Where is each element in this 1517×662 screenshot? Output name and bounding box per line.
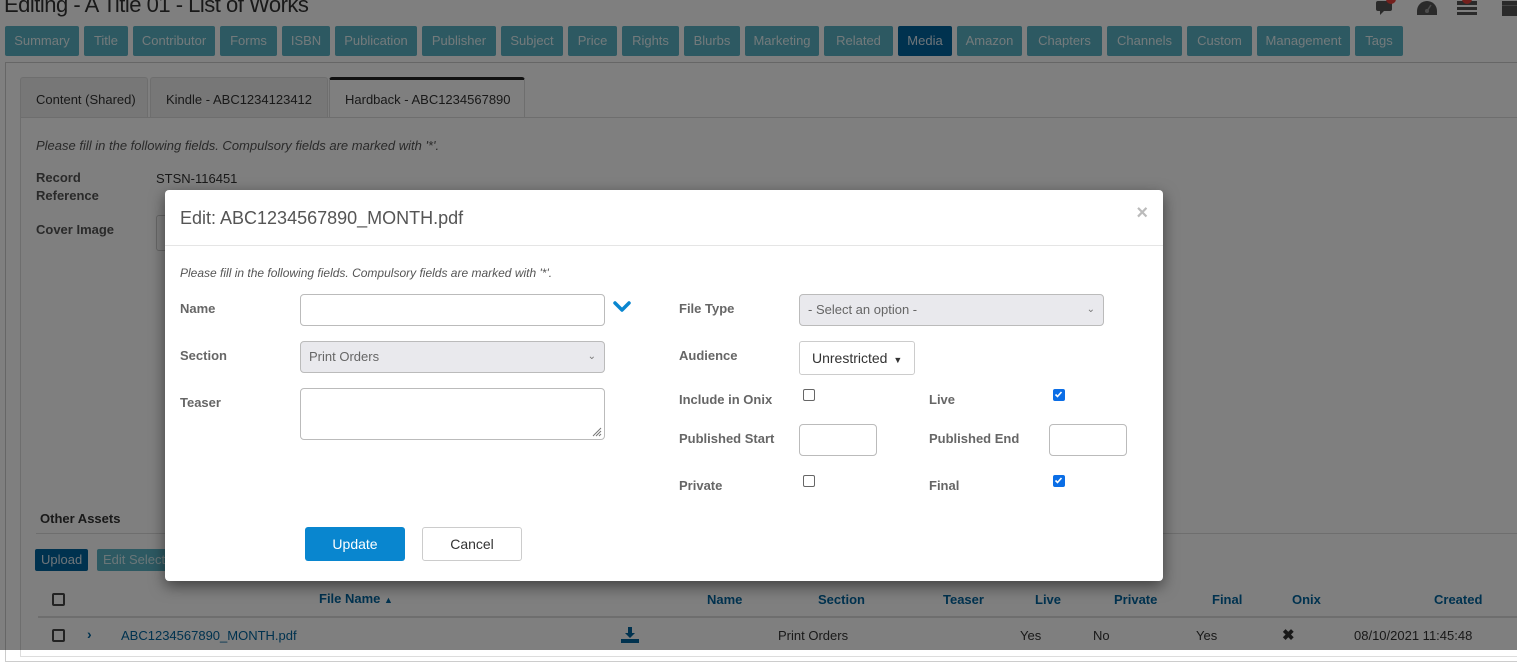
name-input[interactable] bbox=[300, 294, 605, 326]
chevron-down-icon[interactable] bbox=[613, 300, 631, 319]
file-type-label: File Type bbox=[679, 301, 735, 316]
modal-form-hint: Please fill in the following fields. Com… bbox=[180, 266, 553, 280]
final-label: Final bbox=[929, 478, 960, 493]
modal-title: Edit: ABC1234567890_MONTH.pdf bbox=[180, 208, 464, 228]
modal-header: Edit: ABC1234567890_MONTH.pdf × bbox=[165, 190, 1163, 246]
published-end-input[interactable] bbox=[1049, 424, 1127, 456]
published-start-label: Published Start bbox=[679, 431, 775, 446]
caret-down-icon: ▼ bbox=[893, 355, 903, 365]
teaser-label: Teaser bbox=[180, 395, 221, 410]
live-checkbox[interactable] bbox=[1053, 389, 1065, 401]
name-label: Name bbox=[180, 301, 216, 316]
private-checkbox[interactable] bbox=[803, 475, 815, 487]
checkmark-icon bbox=[1054, 391, 1063, 398]
checkmark-icon bbox=[1054, 477, 1063, 484]
audience-dropdown[interactable]: Unrestricted ▼ bbox=[799, 341, 916, 375]
final-checkbox[interactable] bbox=[1053, 475, 1065, 487]
edit-asset-modal: Edit: ABC1234567890_MONTH.pdf × Please f… bbox=[165, 190, 1163, 581]
section-select[interactable]: Print Orders ⌄ bbox=[300, 341, 605, 373]
cancel-button[interactable]: Cancel bbox=[422, 527, 522, 561]
update-button[interactable]: Update bbox=[305, 527, 405, 561]
chevron-down-icon: ⌄ bbox=[1086, 304, 1095, 315]
chevron-down-icon: ⌄ bbox=[587, 351, 596, 362]
section-label: Section bbox=[180, 348, 227, 363]
close-icon[interactable]: × bbox=[1136, 203, 1148, 223]
published-start-input[interactable] bbox=[799, 424, 877, 456]
file-type-select[interactable]: - Select an option - ⌄ bbox=[799, 294, 1104, 326]
include-in-onix-checkbox[interactable] bbox=[803, 389, 815, 401]
audience-label: Audience bbox=[679, 348, 738, 363]
live-label: Live bbox=[929, 392, 956, 407]
resize-handle-icon[interactable] bbox=[590, 425, 602, 437]
published-end-label: Published End bbox=[929, 431, 1020, 446]
include-in-onix-label: Include in Onix bbox=[679, 392, 773, 407]
private-label: Private bbox=[679, 478, 723, 493]
teaser-textarea[interactable] bbox=[300, 388, 605, 440]
